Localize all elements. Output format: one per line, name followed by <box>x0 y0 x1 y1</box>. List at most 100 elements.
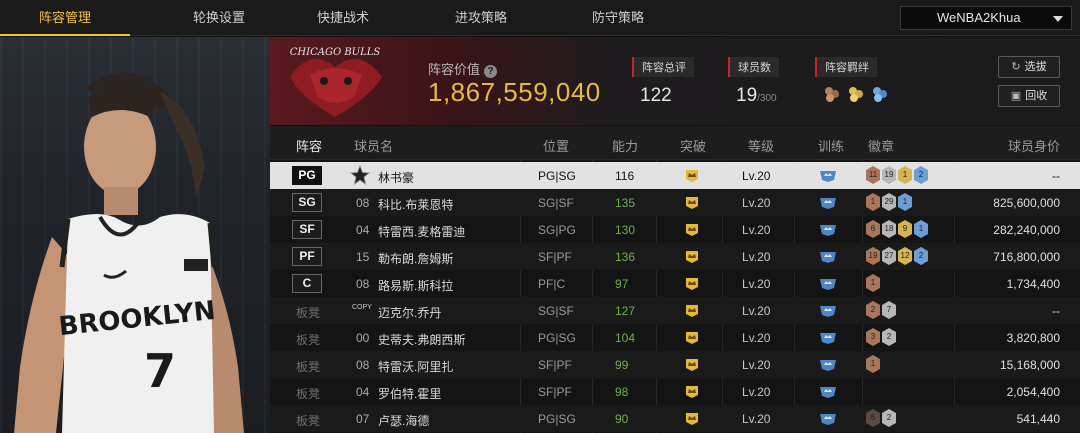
training-icon[interactable] <box>819 330 837 345</box>
breakthrough-crown-icon[interactable] <box>684 411 700 426</box>
top-nav: 阵容管理 轮换设置 快捷战术 进攻策略 防守策略 WeNBA2Khua <box>0 0 1080 36</box>
player-rating: 90 <box>615 412 629 426</box>
badge-icon[interactable]: 6 <box>866 220 880 238</box>
header-breakthrough: 突破 <box>680 139 707 154</box>
account-dropdown[interactable]: WeNBA2Khua <box>900 6 1072 30</box>
tab-offense[interactable]: 进攻策略 <box>416 0 546 36</box>
breakthrough-crown-icon[interactable] <box>684 357 700 372</box>
table-row[interactable]: 板凳 07 卢瑟.海德 PG|SG 90 Lv.20 6 2 541,440 <box>270 405 1080 432</box>
badge-icon[interactable]: 1 <box>898 166 912 184</box>
badge-icon[interactable]: 1 <box>866 355 880 373</box>
header-name: 球员名 <box>354 139 394 154</box>
table-row[interactable]: C 08 路易斯.斯科拉 PF|C 97 Lv.20 1 1,734,400 <box>270 270 1080 297</box>
jersey-num: 08 <box>356 358 370 372</box>
jersey-num: 04 <box>356 223 370 237</box>
badge-icon[interactable]: 6 <box>866 409 880 427</box>
table-row[interactable]: SF 04 特雷西.麦格雷迪 SG|PG 130 Lv.20 6 18 9 1 282,240,00… <box>270 216 1080 243</box>
training-icon[interactable] <box>819 222 837 237</box>
training-icon[interactable] <box>819 168 837 183</box>
table-row[interactable]: 板凳 COPY 迈克尔.乔丹 SG|SF 127 Lv.20 2 7 -- <box>270 297 1080 324</box>
player-salary: -- <box>1052 169 1060 183</box>
training-icon[interactable] <box>819 276 837 291</box>
table-row[interactable]: PG 林书豪 PG|SG 116 Lv.20 11 19 1 2 -- <box>270 162 1080 189</box>
recycle-icon: ▣ <box>1010 90 1022 102</box>
table-row[interactable]: PF 15 勒布朗.詹姆斯 SF|PF 136 Lv.20 19 27 12 2 716,800,0… <box>270 243 1080 270</box>
player-name: 特雷西.麦格雷迪 <box>378 225 466 239</box>
training-icon[interactable] <box>819 195 837 210</box>
header-level: 等级 <box>748 139 775 154</box>
badge-icon[interactable]: 29 <box>882 193 896 211</box>
breakthrough-crown-icon[interactable] <box>684 330 700 345</box>
badge-icon[interactable]: 7 <box>882 301 896 319</box>
bond-blue-icon[interactable] <box>871 85 889 103</box>
select-button[interactable]: ↻ 选拔 <box>998 56 1060 78</box>
badge-icon[interactable]: 18 <box>882 220 896 238</box>
player-rating: 127 <box>615 304 636 318</box>
jersey-num: 08 <box>356 277 370 291</box>
badge-icon[interactable]: 19 <box>866 247 880 265</box>
header-slot: 阵容 <box>296 139 323 154</box>
player-name: 路易斯.斯科拉 <box>378 279 454 293</box>
badge-icon[interactable]: 12 <box>898 247 912 265</box>
badge-icon[interactable]: 2 <box>914 247 928 265</box>
player-salary: 716,800,000 <box>993 250 1060 264</box>
table-row[interactable]: 板凳 04 罗伯特.霍里 SF|PF 98 Lv.20 2,054,400 <box>270 378 1080 405</box>
breakthrough-crown-icon[interactable] <box>684 168 700 183</box>
bond-gold-icon[interactable] <box>847 85 865 103</box>
breakthrough-crown-icon[interactable] <box>684 222 700 237</box>
tab-rotation[interactable]: 轮换设置 <box>154 0 284 36</box>
breakthrough-crown-icon[interactable] <box>684 303 700 318</box>
lineup-summary: CHICAGO BULLS 阵容价值? 1,867,559,040 阵容总评 1… <box>270 37 1080 125</box>
player-level: Lv.20 <box>742 169 771 183</box>
badge-icon[interactable]: 1 <box>866 193 880 211</box>
training-icon[interactable] <box>819 411 837 426</box>
jersey-num: 07 <box>356 412 370 426</box>
badge-icon[interactable]: 2 <box>914 166 928 184</box>
player-name: 特雷沃.阿里扎 <box>378 360 454 374</box>
badge-icon[interactable]: 9 <box>898 220 912 238</box>
player-salary: 15,168,000 <box>999 358 1060 372</box>
training-icon[interactable] <box>819 303 837 318</box>
bond-label: 阵容羁绊 <box>815 57 877 77</box>
badge-icon[interactable]: 2 <box>866 301 880 319</box>
tab-lineup[interactable]: 阵容管理 <box>0 0 130 36</box>
player-rating: 116 <box>615 169 635 183</box>
badge-icon[interactable]: 27 <box>882 247 896 265</box>
recycle-button[interactable]: ▣ 回收 <box>998 85 1060 107</box>
chevron-down-icon <box>1053 16 1063 22</box>
player-name: 勒布朗.詹姆斯 <box>378 252 454 266</box>
badge-icon[interactable]: 1 <box>866 274 880 292</box>
player-salary: -- <box>1052 304 1060 318</box>
player-name: 史蒂夫.弗朗西斯 <box>378 333 466 347</box>
badge-list: 11 19 1 2 <box>866 166 928 184</box>
training-icon[interactable] <box>819 249 837 264</box>
table-row[interactable]: SG 08 科比.布莱恩特 SG|SF 135 Lv.20 1 29 1 825,600,000 <box>270 189 1080 216</box>
breakthrough-crown-icon[interactable] <box>684 249 700 264</box>
badge-icon[interactable]: 2 <box>882 328 896 346</box>
jersey-num: 04 <box>356 385 370 399</box>
badge-icon[interactable]: 11 <box>866 166 880 184</box>
player-rating: 135 <box>615 196 636 210</box>
player-salary: 282,240,000 <box>993 223 1060 237</box>
player-position: PG|SG <box>538 331 576 345</box>
badge-list: 6 18 9 1 <box>866 220 928 238</box>
bond-bronze-icon[interactable] <box>823 85 841 103</box>
breakthrough-crown-icon[interactable] <box>684 276 700 291</box>
tab-quick-tactics[interactable]: 快捷战术 <box>278 0 408 36</box>
badge-icon[interactable]: 3 <box>866 328 880 346</box>
badge-list: 27 <box>866 301 896 319</box>
badge-icon[interactable]: 19 <box>882 166 896 184</box>
player-count-value: 19 <box>736 85 758 106</box>
player-count-label: 球员数 <box>728 57 779 77</box>
badge-icon[interactable]: 1 <box>898 193 912 211</box>
training-icon[interactable] <box>819 357 837 372</box>
table-row[interactable]: 板凳 08 特雷沃.阿里扎 SF|PF 99 Lv.20 1 15,168,000 <box>270 351 1080 378</box>
badge-icon[interactable]: 1 <box>914 220 928 238</box>
bond-stat: 阵容羁绊 <box>815 57 889 103</box>
table-row[interactable]: 板凳 00 史蒂夫.弗朗西斯 PG|SG 104 Lv.20 3 2 3,820,800 <box>270 324 1080 351</box>
training-icon[interactable] <box>819 384 837 399</box>
breakthrough-crown-icon[interactable] <box>684 384 700 399</box>
breakthrough-crown-icon[interactable] <box>684 195 700 210</box>
badge-icon[interactable]: 2 <box>882 409 896 427</box>
tab-defense[interactable]: 防守策略 <box>553 0 683 36</box>
